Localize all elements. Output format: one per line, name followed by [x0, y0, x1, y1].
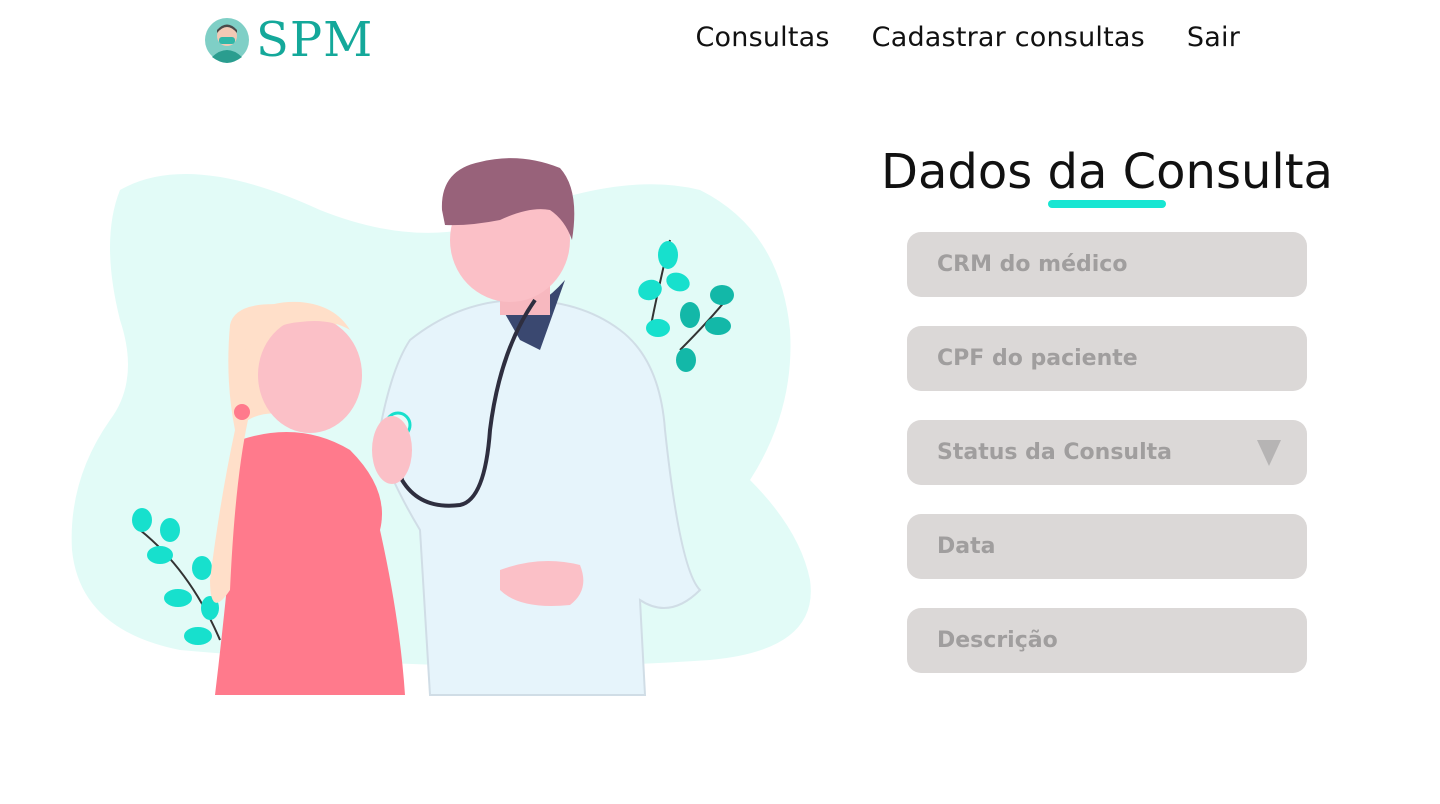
title-underline: [1048, 200, 1166, 208]
status-select-label: Status da Consulta: [937, 440, 1172, 465]
logo[interactable]: SPM: [204, 14, 373, 66]
cpf-input[interactable]: [907, 326, 1307, 391]
status-select[interactable]: Status da Consulta: [907, 420, 1307, 485]
logo-text: SPM: [256, 12, 374, 68]
form-title-wrap: Dados da Consulta: [880, 140, 1334, 208]
chevron-down-icon: [1257, 439, 1281, 466]
crm-input[interactable]: [907, 232, 1307, 297]
nav-link-consultas[interactable]: Consultas: [696, 22, 830, 53]
date-input[interactable]: [907, 514, 1307, 579]
top-navbar: SPM Consultas Cadastrar consultas Sair: [0, 0, 1440, 84]
doctor-patient-illustration: [71, 158, 811, 696]
nav-link-sair[interactable]: Sair: [1187, 22, 1240, 53]
form-title: Dados da Consulta: [881, 144, 1333, 200]
patient-head: [258, 317, 362, 433]
doctor-avatar-icon: [205, 18, 249, 63]
description-input[interactable]: [907, 608, 1307, 673]
main-nav: Consultas Cadastrar consultas Sair: [696, 22, 1241, 53]
nav-link-cadastrar-consultas[interactable]: Cadastrar consultas: [872, 22, 1145, 53]
